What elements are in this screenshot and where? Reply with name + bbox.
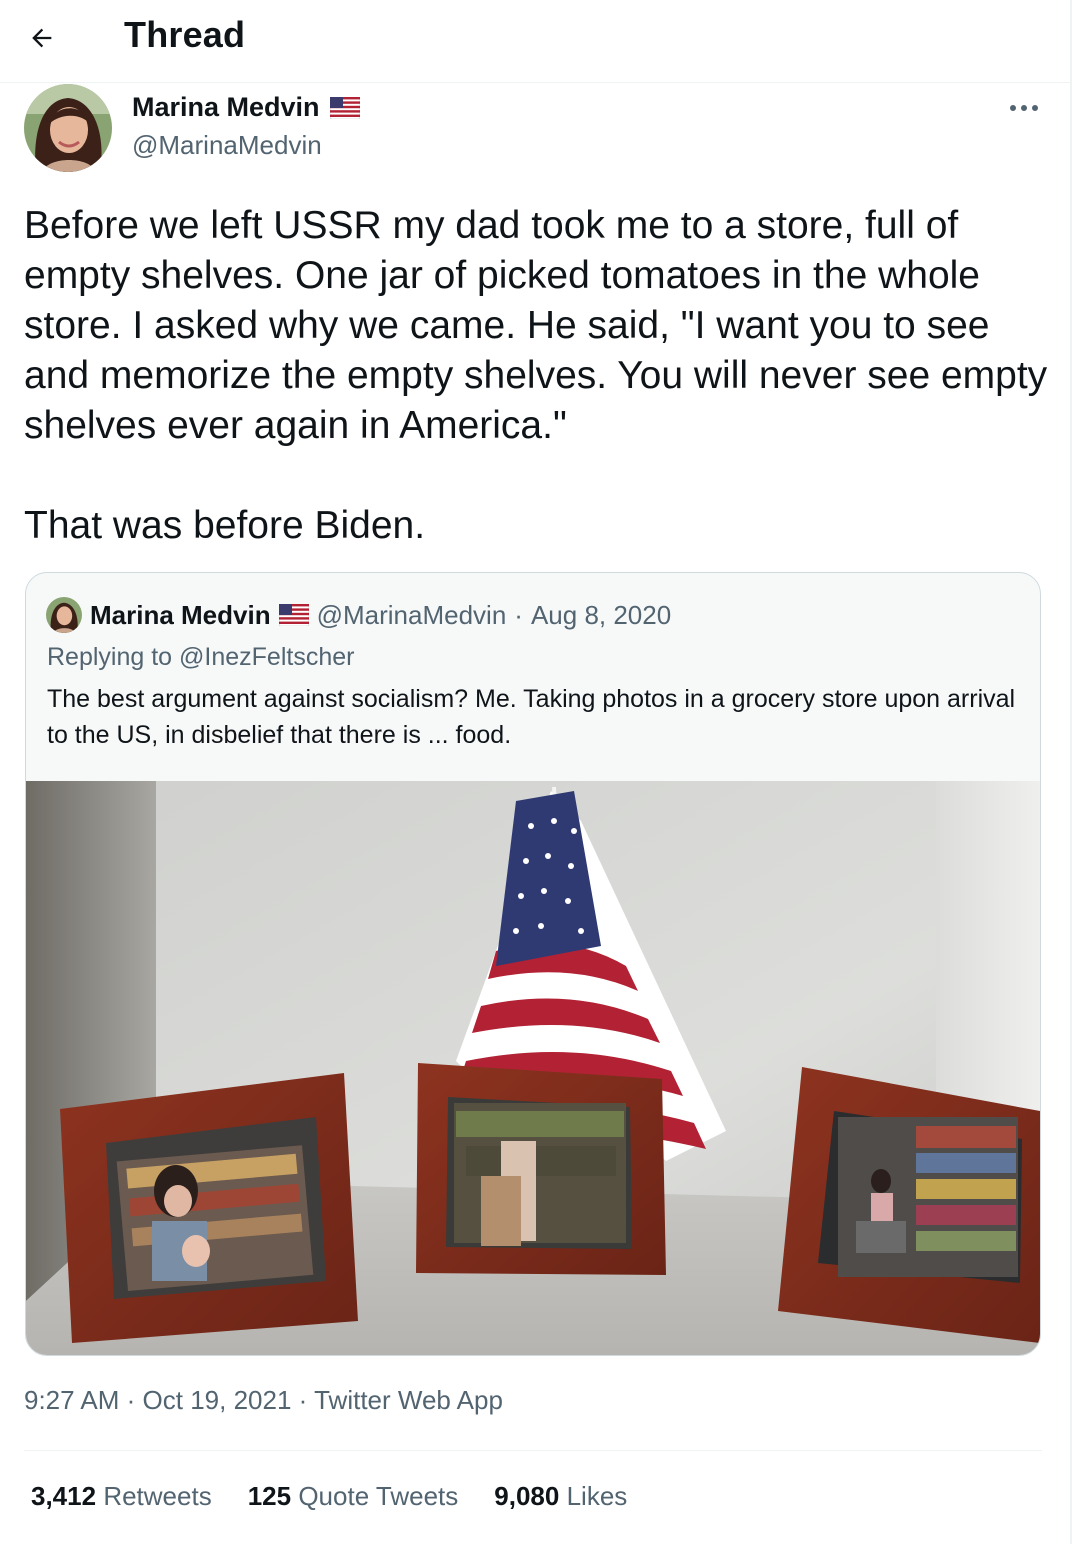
quoted-separator: · xyxy=(514,599,523,630)
tweet-paragraph: Before we left USSR my dad took me to a … xyxy=(24,204,1048,447)
us-flag-icon xyxy=(278,604,309,626)
quote-tweets-stat[interactable]: 125 Quote Tweets xyxy=(248,1481,459,1512)
retweets-label: Retweets xyxy=(103,1481,212,1511)
quoted-date: Aug 8, 2020 xyxy=(530,599,672,630)
column-border xyxy=(1070,0,1072,1544)
quoted-replying-to: Replying to @InezFeltscher xyxy=(47,643,355,671)
quoted-author-avatar xyxy=(46,597,82,633)
likes-stat[interactable]: 9,080 Likes xyxy=(494,1481,627,1512)
quoted-tweet-header: Marina Medvin @MarinaMedvin · Aug 8, 202… xyxy=(46,597,671,633)
quoted-tweet-photo[interactable] xyxy=(26,781,1040,1355)
author-handle[interactable]: @MarinaMedvin xyxy=(132,130,322,161)
meta-separator: · xyxy=(298,1385,308,1415)
divider xyxy=(24,1450,1042,1451)
quoted-author-handle: @MarinaMedvin xyxy=(316,599,507,630)
quoted-author-name: Marina Medvin xyxy=(90,599,271,630)
tweet-source[interactable]: Twitter Web App xyxy=(314,1385,503,1415)
tweet-paragraph: That was before Biden. xyxy=(24,504,426,547)
tweet-date[interactable]: Oct 19, 2021 xyxy=(143,1385,292,1415)
tweet-timestamp: 9:27 AM · Oct 19, 2021 · Twitter Web App xyxy=(24,1385,503,1416)
author-name[interactable]: Marina Medvin xyxy=(132,92,360,123)
quote-tweets-count: 125 xyxy=(247,1481,292,1511)
likes-label: Likes xyxy=(566,1481,628,1511)
back-button[interactable] xyxy=(22,18,62,58)
retweets-stat[interactable]: 3,412 Retweets xyxy=(31,1481,212,1512)
us-flag-icon xyxy=(329,96,360,119)
quoted-tweet-card[interactable]: Marina Medvin @MarinaMedvin · Aug 8, 202… xyxy=(25,572,1041,1356)
author-name-text: Marina Medvin xyxy=(132,92,320,122)
thread-header: Thread xyxy=(0,0,1072,83)
more-horizontal-icon xyxy=(1010,105,1038,111)
engagement-stats: 3,412 Retweets 125 Quote Tweets 9,080 Li… xyxy=(31,1481,627,1512)
arrow-left-icon xyxy=(32,28,52,48)
retweets-count: 3,412 xyxy=(31,1481,97,1511)
quote-tweets-label: Quote Tweets xyxy=(298,1481,459,1511)
likes-count: 9,080 xyxy=(494,1481,560,1511)
more-options-button[interactable] xyxy=(1004,92,1044,124)
meta-separator: · xyxy=(126,1385,136,1415)
tweet-text: Before we left USSR my dad took me to a … xyxy=(24,201,1054,551)
tweet-time[interactable]: 9:27 AM xyxy=(24,1385,119,1415)
author-avatar[interactable] xyxy=(24,84,112,172)
page-title: Thread xyxy=(124,14,246,55)
quoted-tweet-text: The best argument against socialism? Me.… xyxy=(47,685,1016,749)
